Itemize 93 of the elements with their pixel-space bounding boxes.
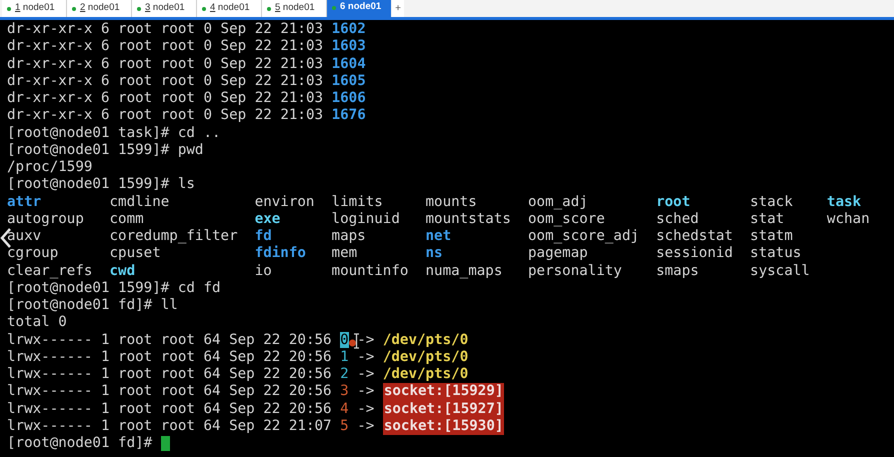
terminal-text: environ — [254, 194, 314, 210]
terminal-text: cgroup — [7, 245, 58, 262]
directory-name: 1602 — [332, 21, 366, 38]
terminal-text: -> — [357, 400, 374, 418]
directory-name: 1676 — [332, 107, 366, 124]
link-target: /dev/pts/0 — [382, 348, 468, 366]
terminal-text: dr-xr-xr-x 6 root root 0 Sep 22 21:03 — [7, 21, 324, 38]
fd-number: 1 — [340, 348, 349, 366]
terminal-text: -> — [357, 366, 374, 384]
terminal-text: io — [254, 262, 272, 278]
terminal-text: maps — [332, 228, 366, 244]
terminal-text: dr-xr-xr-x 6 root root 0 Sep 22 21:03 — [7, 90, 324, 108]
terminal-text: status — [750, 245, 802, 262]
new-tab-button[interactable]: + — [392, 0, 404, 17]
link-name: task — [826, 194, 862, 210]
terminal-text: mounts — [426, 194, 477, 210]
terminal-text: lrwx------ 1 root root 64 Sep 22 20:56 — [7, 332, 332, 349]
terminal-text: mountstats — [426, 210, 511, 227]
terminal-text: stat — [750, 210, 784, 227]
terminal-tab[interactable]: 4 node01 — [197, 0, 262, 17]
socket-target: socket:[15929] — [382, 383, 504, 400]
terminal-text: sched — [656, 210, 699, 227]
fd-number: 4 — [340, 400, 349, 418]
directory-name: attr — [7, 194, 42, 210]
terminal-text: -> — [357, 332, 374, 349]
terminal-text: sessionid — [656, 245, 733, 262]
link-target: /dev/pts/0 — [382, 332, 468, 349]
terminal-text: dr-xr-xr-x 6 root root 0 Sep 22 21:03 — [7, 56, 324, 73]
directory-name: 1604 — [332, 56, 366, 73]
terminal-tab[interactable]: 5 node01 — [262, 0, 327, 17]
terminal-text: lrwx------ 1 root root 64 Sep 22 20:56 — [7, 383, 332, 400]
terminal-text: personality — [528, 262, 622, 278]
terminal-text: statm — [750, 228, 793, 244]
directory-name: 1603 — [332, 38, 366, 56]
fd-number: 3 — [340, 383, 349, 400]
terminal-text: cmdline — [109, 194, 170, 210]
terminal-text: lrwx------ 1 root root 64 Sep 22 20:56 — [7, 366, 332, 384]
terminal-text: lrwx------ 1 root root 64 Sep 22 20:56 — [7, 400, 332, 418]
terminal-text: dr-xr-xr-x 6 root root 0 Sep 22 21:03 — [7, 107, 324, 124]
terminal-text: [root@node01 fd]# ll — [7, 297, 178, 314]
link-name: cwd — [109, 262, 136, 278]
terminal-text: [root@node01 fd]# — [7, 435, 152, 452]
terminal-text: dr-xr-xr-x 6 root root 0 Sep 22 21:03 — [7, 38, 324, 56]
link-name: exe — [254, 210, 280, 227]
terminal-text: [root@node01 task]# cd .. — [7, 124, 221, 142]
directory-name: fd — [254, 228, 272, 244]
terminal-text: lrwx------ 1 root root 64 Sep 22 21:07 — [7, 418, 332, 435]
directory-name: 1606 — [332, 90, 366, 108]
terminal-text: oom_score_adj — [528, 228, 640, 244]
terminal-text: limits — [332, 194, 383, 210]
directory-name: fdinfo — [254, 245, 306, 262]
terminal-text: /proc/1599 — [7, 159, 92, 176]
link-name: root — [656, 194, 690, 210]
terminal-tab[interactable]: 2 node01 — [67, 0, 132, 17]
terminal-text: wchan — [826, 210, 870, 227]
terminal-tab[interactable]: 3 node01 — [132, 0, 197, 17]
terminal-text: oom_adj — [528, 194, 588, 210]
terminal-text: -> — [357, 348, 374, 366]
terminal-text: syscall — [750, 262, 810, 278]
terminal-text: [root@node01 1599]# pwd — [7, 142, 204, 159]
terminal-text: -> — [357, 418, 374, 435]
directory-name: net — [426, 228, 452, 244]
terminal-text: dr-xr-xr-x 6 root root 0 Sep 22 21:03 — [7, 72, 324, 90]
terminal-text: autogroup — [7, 210, 84, 227]
terminal-text: total 0 — [7, 314, 67, 332]
fd-number: 2 — [340, 366, 349, 384]
terminal-text: [root@node01 1599]# ls — [7, 176, 195, 194]
socket-target: socket:[15927] — [382, 400, 504, 418]
terminal-text: loginuid — [332, 210, 400, 227]
directory-name: ns — [426, 245, 443, 262]
terminal-text: lrwx------ 1 root root 64 Sep 22 20:56 — [7, 348, 332, 366]
fd-number: 5 — [340, 418, 349, 435]
terminal-text: -> — [357, 383, 374, 400]
link-target: /dev/pts/0 — [382, 366, 468, 384]
terminal-text: comm — [109, 210, 144, 227]
socket-target: socket:[15930] — [382, 418, 504, 435]
terminal-text: stack — [750, 194, 793, 210]
terminal-text: [root@node01 1599]# cd fd — [7, 280, 221, 297]
terminal-text: numa_maps — [426, 262, 502, 278]
terminal-text: coredump_filter — [109, 228, 238, 244]
terminal-text: pagemap — [528, 245, 588, 262]
fd-number: 0 — [340, 332, 349, 348]
terminal-text: schedstat — [656, 228, 733, 244]
directory-name: 1605 — [332, 72, 366, 90]
terminal-text: smaps — [656, 262, 699, 278]
terminal-text: mountinfo — [332, 262, 408, 278]
terminal-text: auxv — [7, 228, 42, 244]
terminal-text: mem — [332, 245, 358, 262]
terminal-text: oom_score — [528, 210, 605, 227]
terminal-text: clear_refs — [7, 262, 92, 278]
terminal-tab[interactable]: 1 node01 — [2, 0, 67, 17]
terminal-text: cpuset — [109, 245, 161, 262]
terminal-tab[interactable]: 6 node01 — [327, 0, 391, 17]
